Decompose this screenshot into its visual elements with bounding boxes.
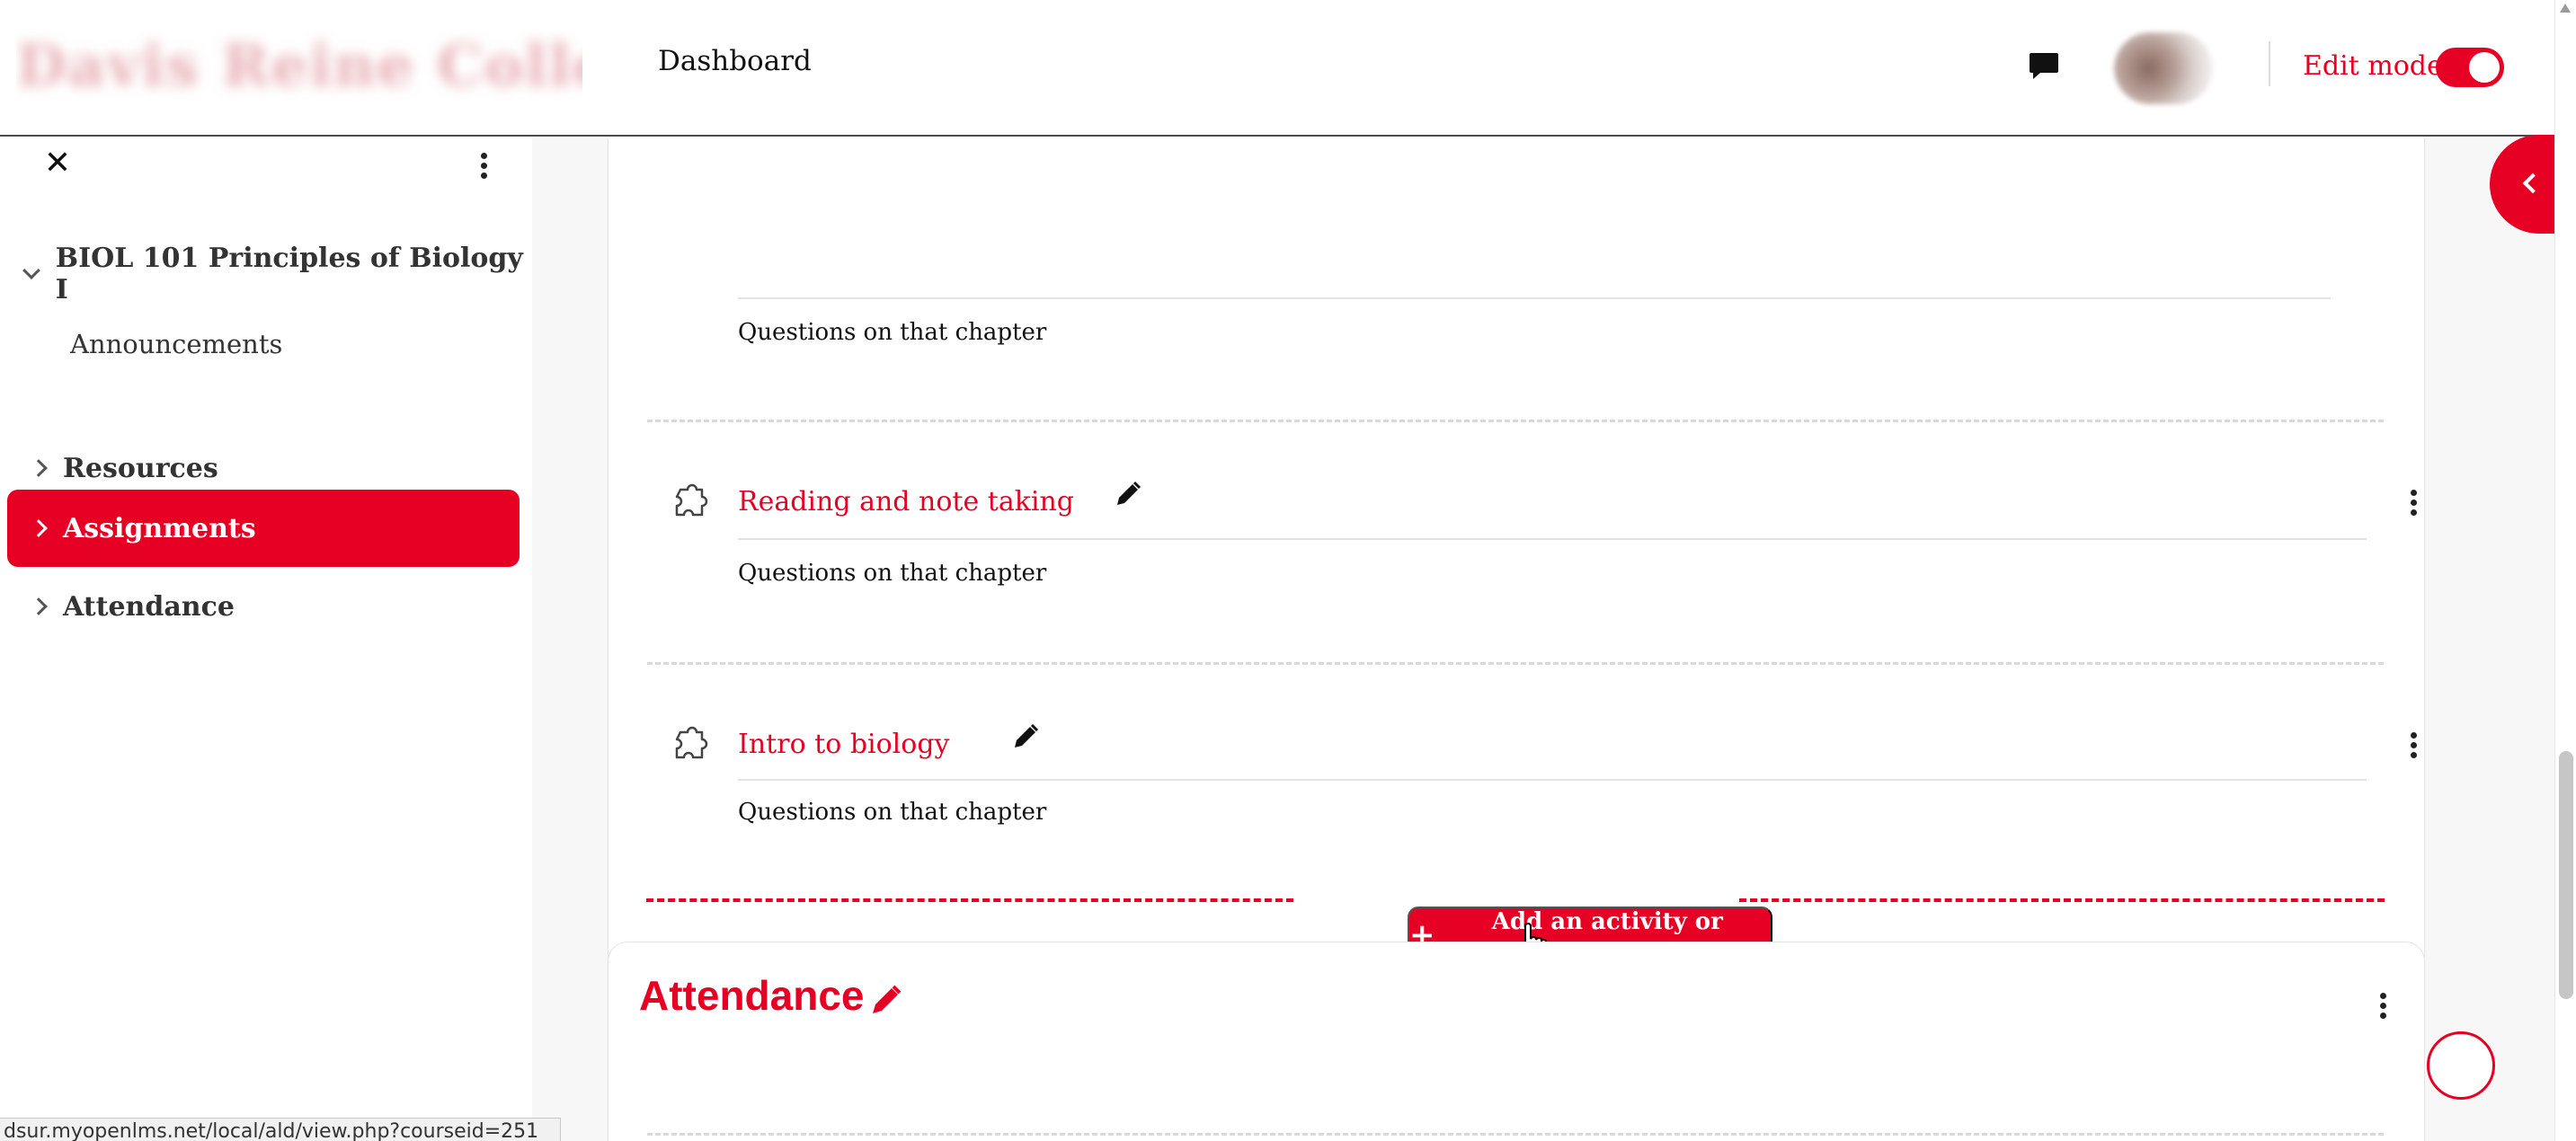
navbar-divider xyxy=(2269,41,2270,86)
activity-separator xyxy=(647,420,2384,422)
edit-mode-label: Edit mode xyxy=(2303,50,2443,82)
edit-pencil-icon[interactable] xyxy=(1010,721,1041,752)
user-avatar[interactable] xyxy=(2114,32,2213,104)
top-navbar: Davis Reine College Dashboard Edit mode xyxy=(0,0,2576,137)
course-content-area: Questions on that chapter Reading and no… xyxy=(532,138,2554,1141)
scrollbar-thumb[interactable] xyxy=(2559,751,2573,999)
chevron-right-icon xyxy=(30,459,48,477)
course-index-announcements[interactable]: Announcements xyxy=(70,329,282,359)
course-name: BIOL 101 Principles of Biology I xyxy=(55,243,523,305)
section-options-kebab-icon[interactable] xyxy=(2374,987,2392,1023)
course-index-section-assignments[interactable]: Assignments xyxy=(7,490,520,567)
attendance-section-card: Attendance xyxy=(608,942,2425,1141)
add-activity-divider-right xyxy=(1739,898,2385,902)
chevron-down-icon xyxy=(22,261,40,279)
section-label: Attendance xyxy=(63,590,235,623)
activity-separator xyxy=(647,662,2384,665)
activity-description: Questions on that chapter xyxy=(738,560,1047,587)
chevron-left-icon xyxy=(2522,172,2544,194)
activity-row-divider xyxy=(738,779,2367,781)
add-activity-divider-left xyxy=(646,898,1293,902)
close-drawer-icon[interactable]: ✕ xyxy=(41,147,74,180)
section-title-attendance[interactable]: Attendance xyxy=(639,971,864,1020)
edit-pencil-icon[interactable] xyxy=(1113,479,1143,509)
assignments-section-card: Questions on that chapter Reading and no… xyxy=(608,138,2425,1013)
page-scrollbar[interactable] xyxy=(2554,0,2576,1141)
activity-description: Questions on that chapter xyxy=(738,799,1047,826)
help-circle-button[interactable] xyxy=(2427,1031,2495,1100)
college-logo-text: Davis Reine College xyxy=(16,32,582,100)
activity-row-divider xyxy=(738,538,2367,540)
chevron-right-icon xyxy=(30,597,48,615)
activity-link-intro-to-biology[interactable]: Intro to biology xyxy=(738,729,950,760)
activity-options-kebab-icon[interactable] xyxy=(2404,727,2422,763)
section-separator xyxy=(647,1133,2384,1136)
course-index-course[interactable]: BIOL 101 Principles of Biology I xyxy=(20,243,532,305)
puzzle-icon xyxy=(675,483,708,517)
college-logo[interactable]: Davis Reine College xyxy=(16,31,582,102)
puzzle-icon xyxy=(675,726,708,759)
scroll-up-arrow-icon[interactable] xyxy=(2560,4,2571,13)
activity-row-divider xyxy=(738,297,2331,299)
course-index-drawer: ✕ BIOL 101 Principles of Biology I Annou… xyxy=(0,138,532,1141)
activity-link-reading-note-taking[interactable]: Reading and note taking xyxy=(738,486,1074,517)
activity-description: Questions on that chapter xyxy=(738,319,1047,346)
course-index-section-attendance[interactable]: Attendance xyxy=(7,568,520,645)
messages-icon[interactable] xyxy=(2026,48,2062,84)
edit-mode-toggle[interactable] xyxy=(2436,48,2504,87)
chevron-right-icon xyxy=(30,519,48,537)
drawer-options-kebab-icon[interactable] xyxy=(473,147,494,183)
edit-mode-toggle-knob xyxy=(2469,52,2500,83)
nav-dashboard-link[interactable]: Dashboard xyxy=(658,45,812,77)
section-label: Resources xyxy=(63,452,218,484)
edit-pencil-icon[interactable] xyxy=(868,982,904,1018)
browser-status-url: dsur.myopenlms.net/local/ald/view.php?co… xyxy=(0,1118,561,1141)
activity-options-kebab-icon[interactable] xyxy=(2404,484,2422,520)
section-label: Assignments xyxy=(63,512,256,544)
